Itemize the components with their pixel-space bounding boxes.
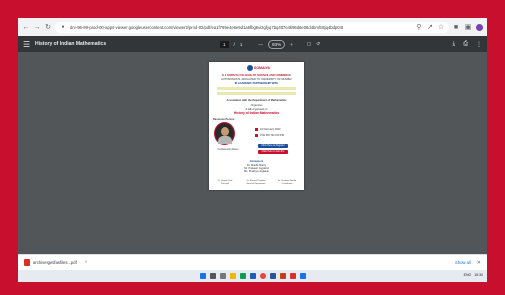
download-options-caret[interactable]: ^ bbox=[85, 260, 87, 265]
search-icon[interactable] bbox=[209, 273, 216, 279]
pdf-page-controls: 1 / 1 — 93% + ▢ ↺ bbox=[220, 39, 320, 49]
rotate-icon[interactable]: ↺ bbox=[316, 41, 320, 47]
reload-icon[interactable]: ↻ bbox=[44, 23, 52, 31]
college-affiliation: AUTONOMOUS, AFFILIATED TO UNIVERSITY OF … bbox=[221, 78, 292, 81]
convenor-label: Convenors bbox=[249, 160, 264, 163]
zoom-icon[interactable]: ⚲ bbox=[415, 23, 423, 31]
zoom-level[interactable]: 93% bbox=[268, 39, 286, 49]
word-icon[interactable] bbox=[269, 273, 276, 279]
tray-clock[interactable]: 15:30 bbox=[474, 273, 483, 277]
profile-avatar[interactable] bbox=[476, 23, 483, 31]
page-current: 1 bbox=[223, 41, 226, 47]
department-line: Association with the Department of Mathe… bbox=[226, 99, 287, 102]
footer-principal-role: Principal bbox=[221, 182, 229, 185]
forward-arrow-icon[interactable]: → bbox=[33, 23, 41, 31]
fit-page-icon[interactable]: ▢ bbox=[307, 41, 311, 47]
footer-hod-role: Head of Department bbox=[246, 182, 266, 185]
chrome-icon[interactable] bbox=[259, 273, 266, 279]
pdf-page: SOMAIYA K J SOMAIYA COLLEGE OF SCIENCE A… bbox=[209, 62, 304, 190]
page-total: 1 bbox=[239, 41, 243, 47]
powerpoint-icon[interactable] bbox=[279, 273, 286, 279]
file-explorer-icon[interactable] bbox=[229, 273, 236, 279]
print-icon[interactable]: ⎙ bbox=[463, 41, 468, 48]
speaker-photo bbox=[214, 122, 235, 145]
partner-logos-strip bbox=[217, 87, 296, 90]
partnership-line: IN ACADEMIC PARTNERSHIP WITH bbox=[234, 82, 279, 85]
extensions-icon[interactable]: ■ bbox=[452, 23, 460, 31]
zoom-in-button[interactable]: + bbox=[290, 42, 293, 47]
browser-toolbar: ← → ↻ ● drv-96-99-prod-00-apps-viewer.go… bbox=[18, 18, 487, 36]
download-icon[interactable]: ⤓ bbox=[453, 41, 456, 48]
register-button[interactable]: Click Here to Register bbox=[258, 144, 288, 148]
footer-principal: Dr. Gayatri Patil Principal bbox=[213, 180, 237, 185]
footer-hod: Dr. Sheetal Pasalkar Head of Department bbox=[244, 180, 268, 185]
address-bar[interactable]: ● drv-96-99-prod-00-apps-viewer.googleus… bbox=[55, 21, 449, 33]
clock-icon bbox=[255, 134, 258, 137]
star-icon[interactable]: ☆ bbox=[437, 23, 445, 31]
more-options-icon[interactable]: ⋮ bbox=[476, 41, 482, 48]
download-filename[interactable]: archiveIgetifasfiles...pdf bbox=[33, 260, 77, 265]
talk-title: History of Indian Mathematics bbox=[233, 111, 280, 115]
footer-coordinator: Dr. Pradnya Shinde Coordinator bbox=[275, 180, 299, 185]
pdf-file-icon bbox=[24, 259, 30, 266]
lock-icon[interactable]: ● bbox=[59, 23, 67, 31]
pdf-title: History of Indian Mathematics bbox=[35, 41, 107, 47]
logo-mark-icon bbox=[247, 65, 253, 71]
tray-language[interactable]: ENG bbox=[464, 273, 472, 277]
close-download-bar-icon[interactable]: ✕ bbox=[477, 260, 481, 266]
menu-icon[interactable]: ☰ bbox=[23, 40, 33, 49]
start-icon[interactable] bbox=[199, 273, 206, 279]
back-arrow-icon[interactable]: ← bbox=[22, 23, 30, 31]
organizes-line: Organizes bbox=[250, 104, 263, 107]
download-bar: archiveIgetifasfiles...pdf ^ Show all ✕ bbox=[18, 254, 487, 270]
share-icon[interactable]: ↗ bbox=[426, 23, 434, 31]
footer-coordinator-role: Coordinator bbox=[281, 182, 293, 185]
edge-icon[interactable] bbox=[239, 273, 246, 279]
venue-label: Conference Room bbox=[217, 148, 239, 151]
partner-logos-strip-2 bbox=[217, 92, 296, 95]
speaker-shirt bbox=[218, 136, 232, 144]
calendar-icon bbox=[255, 128, 258, 131]
pdf-toolbar: ☰ History of Indian Mathematics 1 / 1 — … bbox=[18, 36, 487, 52]
join-session-button[interactable]: Click Here to Join the Session bbox=[258, 150, 288, 157]
tab-layout-icon[interactable]: ▣ bbox=[464, 23, 472, 31]
college-name: K J SOMAIYA COLLEGE OF SCIENCE AND COMME… bbox=[222, 74, 291, 77]
acrobat-icon[interactable] bbox=[289, 273, 296, 279]
show-all-button[interactable]: Show all bbox=[455, 260, 471, 265]
task-view-icon[interactable] bbox=[219, 273, 226, 279]
mail-icon[interactable] bbox=[299, 273, 306, 279]
pdf-document-area[interactable]: SOMAIYA K J SOMAIYA COLLEGE OF SCIENCE A… bbox=[18, 52, 487, 254]
event-date: 19 February 2024 bbox=[260, 128, 281, 131]
convenor-3: Ms. Pradnya Joglekar bbox=[243, 170, 270, 173]
event-time: 3:00 PM Till 4:00 PM bbox=[260, 134, 284, 137]
page-separator: / bbox=[233, 41, 235, 47]
somaiya-logo: SOMAIYA bbox=[247, 65, 270, 71]
speaker-face bbox=[221, 127, 229, 136]
store-icon[interactable] bbox=[249, 273, 256, 279]
zoom-out-button[interactable]: — bbox=[258, 42, 263, 47]
url-text: drv-96-99-prod-00-apps-viewer.googleuser… bbox=[70, 24, 344, 30]
system-tray: ENG 15:30 bbox=[464, 273, 483, 277]
speaker-label: Resource Person bbox=[213, 118, 235, 121]
browser-window: ← → ↻ ● drv-96-99-prod-00-apps-viewer.go… bbox=[18, 18, 487, 282]
page-number-input[interactable]: 1 bbox=[220, 40, 229, 48]
logo-text: SOMAIYA bbox=[254, 66, 271, 70]
windows-taskbar: ENG 15:30 bbox=[18, 270, 487, 282]
